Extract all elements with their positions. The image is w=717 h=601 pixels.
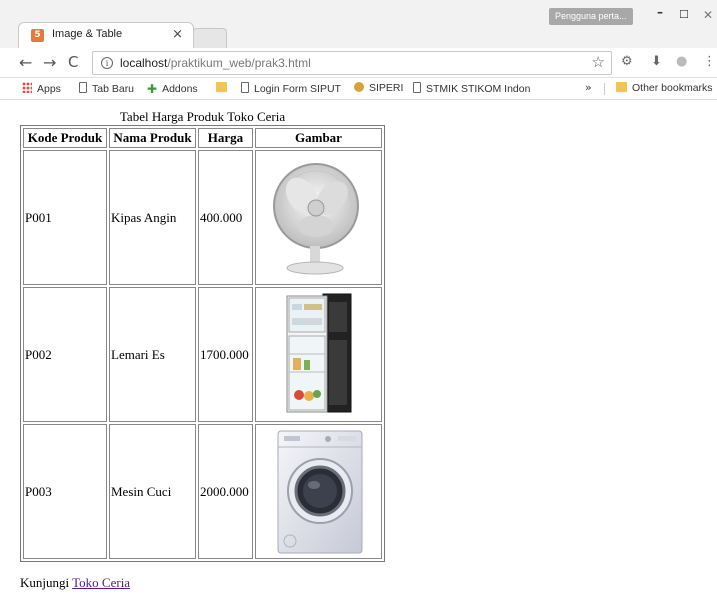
cell-harga: 1700.000: [198, 287, 253, 422]
cell-harga: 400.000: [198, 150, 253, 285]
reload-icon[interactable]: C: [68, 53, 78, 71]
info-icon[interactable]: i: [101, 57, 113, 69]
bookmarks-divider: [604, 83, 605, 95]
bookmark-folder[interactable]: [216, 82, 232, 94]
apps-grid-icon: [22, 82, 32, 93]
cell-nama: Kipas Angin: [109, 150, 196, 285]
cell-kode: P002: [23, 287, 107, 422]
close-window-icon[interactable]: ✕: [703, 8, 713, 22]
html5-favicon-icon: 5: [31, 29, 44, 42]
folder-icon: [216, 82, 227, 92]
toko-ceria-link[interactable]: Toko Ceria: [72, 575, 130, 590]
cell-gambar: [255, 150, 382, 285]
extension-globe-icon[interactable]: ●: [676, 54, 687, 69]
site-icon: [354, 82, 364, 92]
bookmarks-bar: Apps Tab Baru ✚ Addons Login Form SIPUT S…: [0, 78, 717, 100]
bookmark-addons[interactable]: ✚ Addons: [147, 82, 198, 96]
footer-text: Kunjungi: [20, 575, 70, 590]
download-icon[interactable]: ⬇: [651, 54, 662, 69]
tab-title: Image & Table: [52, 28, 123, 40]
page-content: Tabel Harga Produk Toko Ceria Kode Produ…: [0, 101, 717, 601]
back-arrow-icon[interactable]: ←: [19, 53, 32, 72]
header-nama-produk: Nama Produk: [109, 128, 196, 148]
header-kode-produk: Kode Produk: [23, 128, 107, 148]
bookmark-stmik[interactable]: STMIK STIKOM Indon: [413, 82, 530, 95]
browser-titlebar: 5 Image & Table × Pengguna perta... – ☐ …: [0, 0, 717, 48]
bookmark-login-form-siput[interactable]: Login Form SIPUT: [241, 82, 341, 95]
profile-button[interactable]: Pengguna perta...: [549, 8, 633, 25]
minimize-icon[interactable]: –: [657, 5, 663, 19]
refrigerator-image: [286, 293, 351, 413]
bookmark-siperi[interactable]: SIPERI: [354, 82, 403, 94]
cell-nama: Mesin Cuci: [109, 424, 196, 559]
bookmarks-overflow-icon[interactable]: »: [585, 81, 592, 94]
url-path: /praktikum_web/prak3.html: [167, 56, 311, 70]
bookmark-apps[interactable]: Apps: [22, 82, 61, 95]
bookmark-other[interactable]: Other bookmarks: [616, 82, 713, 94]
footer-line: Kunjungi Toko Ceria: [20, 575, 130, 591]
product-table: Tabel Harga Produk Toko Ceria Kode Produ…: [20, 109, 385, 562]
address-bar[interactable]: i localhost/praktikum_web/prak3.html ☆: [92, 51, 612, 75]
washing-machine-image: [277, 430, 362, 553]
maximize-icon[interactable]: ☐: [679, 8, 689, 21]
cell-kode: P001: [23, 150, 107, 285]
table-row: P003 Mesin Cuci 2000.000: [23, 424, 382, 559]
cell-gambar: [255, 424, 382, 559]
cell-gambar: [255, 287, 382, 422]
cell-kode: P003: [23, 424, 107, 559]
new-tab-button[interactable]: [193, 28, 227, 48]
url-host: localhost: [120, 56, 168, 70]
extension-icon[interactable]: ⚙: [621, 54, 633, 69]
table-row: P001 Kipas Angin 400.000: [23, 150, 382, 285]
browser-toolbar: ← → C i localhost/praktikum_web/prak3.ht…: [0, 48, 717, 78]
menu-kebab-icon[interactable]: ⋮: [703, 54, 716, 69]
table-caption: Tabel Harga Produk Toko Ceria: [119, 109, 286, 124]
close-tab-icon[interactable]: ×: [172, 27, 183, 42]
cell-nama: Lemari Es: [109, 287, 196, 422]
page-icon: [241, 82, 249, 93]
fan-image: [272, 162, 359, 274]
bookmark-star-icon[interactable]: ☆: [592, 53, 605, 71]
bookmark-tab-baru[interactable]: Tab Baru: [79, 82, 134, 95]
header-gambar: Gambar: [255, 128, 382, 148]
url-text[interactable]: localhost/praktikum_web/prak3.html: [120, 56, 311, 70]
puzzle-icon: ✚: [147, 82, 158, 96]
page-icon: [79, 82, 87, 93]
browser-tab[interactable]: 5 Image & Table ×: [18, 22, 194, 48]
header-harga: Harga: [198, 128, 253, 148]
folder-icon: [616, 82, 627, 92]
table-row: P002 Lemari Es 1700.000: [23, 287, 382, 422]
forward-arrow-icon[interactable]: →: [43, 53, 56, 72]
page-icon: [413, 82, 421, 93]
cell-harga: 2000.000: [198, 424, 253, 559]
table-header-row: Kode Produk Nama Produk Harga Gambar: [23, 128, 382, 148]
